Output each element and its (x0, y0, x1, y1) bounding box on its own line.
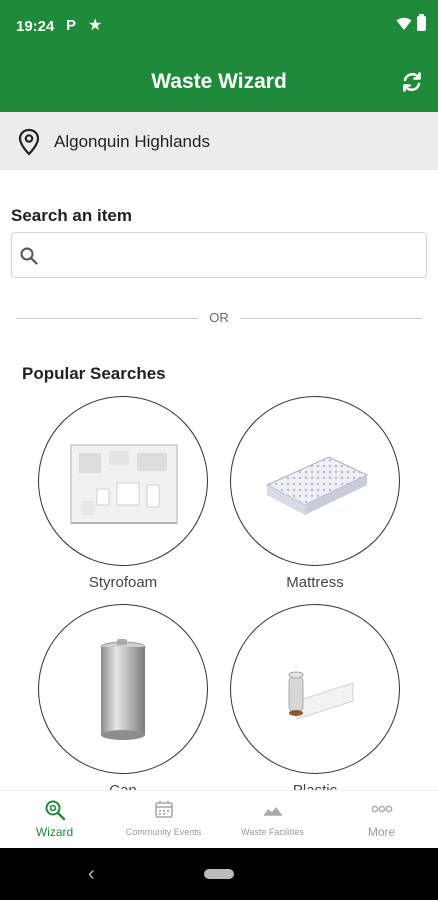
parking-icon: P (66, 17, 77, 34)
search-label: Search an item (11, 206, 132, 225)
location-pin-icon (18, 128, 40, 156)
more-icon (371, 805, 392, 813)
divider-line-right (240, 318, 422, 319)
refresh-icon[interactable] (398, 68, 426, 96)
app-title: Waste Wizard (151, 70, 287, 93)
styrofoam-image (70, 444, 178, 524)
location-name: Algonquin Highlands (54, 132, 210, 151)
star-icon: ★ (88, 17, 103, 34)
battery-icon (417, 14, 426, 31)
system-navigation-bar: ‹ (0, 848, 438, 900)
can-image (100, 639, 146, 740)
search-input[interactable] (46, 233, 416, 277)
popular-item-label: Styrofoam (88, 574, 158, 591)
nav-item-wizard[interactable]: Wizard (0, 791, 109, 849)
wifi-icon (396, 17, 412, 30)
status-bar: 19:24 P ★ (0, 0, 438, 54)
status-time: 19:24 (16, 18, 55, 35)
system-home-button[interactable] (204, 869, 234, 879)
app-bar: Waste Wizard (0, 54, 438, 112)
bottom-navigation: Wizard Community Events Waste Facilities (0, 790, 438, 848)
nav-label-more: More (367, 825, 396, 839)
popular-searches-title: Popular Searches (22, 364, 166, 383)
search-icon (20, 247, 38, 265)
location-bar[interactable]: Algonquin Highlands (0, 112, 438, 170)
nav-label-community-events: Community Events (125, 827, 202, 837)
nav-item-waste-facilities[interactable]: Waste Facilities (218, 791, 327, 849)
divider-line-left (16, 318, 198, 319)
facilities-icon (263, 807, 282, 816)
wizard-search-icon (45, 800, 65, 821)
or-divider-text: OR (209, 310, 229, 325)
nav-item-community-events[interactable]: Community Events (109, 791, 218, 849)
popular-item-can[interactable] (38, 604, 208, 774)
plastic-roll-image (288, 671, 354, 720)
calendar-icon (154, 801, 173, 818)
popular-item-mattress[interactable] (230, 396, 400, 566)
nav-label-waste-facilities: Waste Facilities (241, 827, 304, 837)
search-box[interactable] (11, 232, 427, 278)
popular-item-plastic[interactable] (230, 604, 400, 774)
nav-label-wizard: Wizard (35, 825, 74, 839)
nav-item-more[interactable]: More (327, 791, 436, 849)
popular-item-styrofoam[interactable] (38, 396, 208, 566)
popular-item-label: Mattress (286, 574, 344, 591)
system-back-button[interactable]: ‹ (88, 863, 95, 886)
mattress-image (265, 456, 369, 515)
